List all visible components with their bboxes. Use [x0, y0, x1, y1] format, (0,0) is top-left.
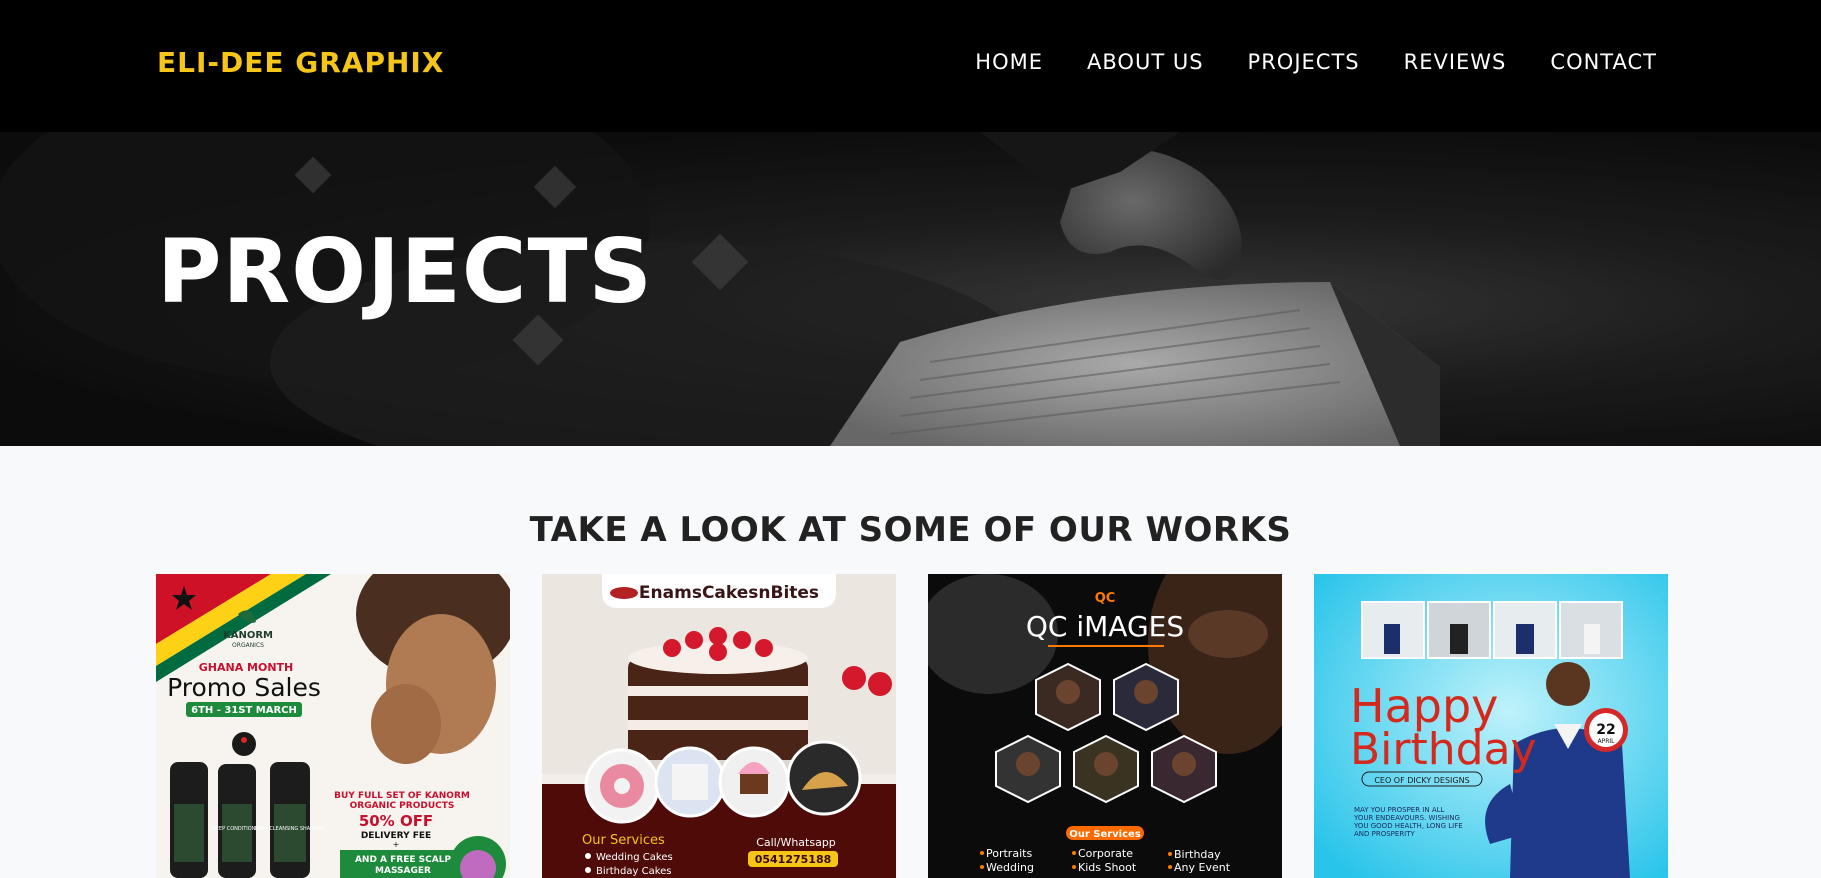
svg-text:ORGANICS: ORGANICS [232, 642, 264, 649]
svg-text:Promo Sales: Promo Sales [167, 673, 321, 702]
hero-banner: PROJECTS [0, 132, 1821, 446]
project-card-kanorm[interactable]: KANORM ORGANICS GHANA MONTH Promo Sales … [156, 574, 510, 878]
cake-logo-icon [610, 587, 638, 599]
svg-text:Wedding: Wedding [986, 861, 1034, 874]
svg-text:Call/Whatsapp: Call/Whatsapp [756, 836, 836, 849]
svg-text:50% OFF: 50% OFF [359, 812, 433, 830]
svg-text:QC: QC [1095, 591, 1116, 606]
svg-text:AND PROSPERITY: AND PROSPERITY [1354, 830, 1416, 838]
svg-text:MAY YOU PROSPER IN ALL: MAY YOU PROSPER IN ALL [1354, 806, 1445, 814]
svg-text:DEEP CLEANSING SHAMPOO: DEEP CLEANSING SHAMPOO [255, 826, 326, 832]
nav-reviews[interactable]: REVIEWS [1404, 50, 1507, 74]
project-card-enams-cakes[interactable]: EnamsCakesnBites Our Services Wedding Ca… [542, 574, 896, 878]
svg-text:Birthday: Birthday [1174, 848, 1221, 861]
nav-projects[interactable]: PROJECTS [1248, 50, 1360, 74]
svg-text:MASSAGER: MASSAGER [375, 866, 431, 876]
nav-home[interactable]: HOME [975, 50, 1043, 74]
nav-contact[interactable]: CONTACT [1550, 50, 1657, 74]
project-card-qc-images[interactable]: QC QC iMAGES Our Services Portraits Wedd… [928, 574, 1282, 878]
svg-text:Any Event: Any Event [1174, 861, 1231, 874]
svg-text:Birthday: Birthday [1350, 724, 1537, 775]
svg-text:Kids Shoot: Kids Shoot [1078, 861, 1137, 874]
svg-text:Corporate: Corporate [1078, 847, 1133, 860]
navbar: ELI-DEE GRAPHIX HOME ABOUT US PROJECTS R… [0, 0, 1821, 132]
svg-text:0541275188: 0541275188 [755, 853, 832, 866]
svg-text:BUY FULL SET OF KANORM: BUY FULL SET OF KANORM [334, 791, 470, 801]
svg-text:6TH - 31ST MARCH: 6TH - 31ST MARCH [191, 705, 297, 716]
svg-text:YOU GOOD HEALTH, LONG LIFE: YOU GOOD HEALTH, LONG LIFE [1353, 822, 1463, 830]
svg-text:EnamsCakesnBites: EnamsCakesnBites [639, 583, 819, 603]
svg-text:CEO OF DICKY DESIGNS: CEO OF DICKY DESIGNS [1374, 776, 1469, 785]
svg-text:Wedding Cakes: Wedding Cakes [596, 852, 673, 863]
brand-logo[interactable]: ELI-DEE GRAPHIX [157, 46, 444, 79]
works-heading: TAKE A LOOK AT SOME OF OUR WORKS [529, 510, 1292, 550]
svg-text:Our Services: Our Services [1069, 829, 1141, 840]
svg-text:AND A FREE SCALP: AND A FREE SCALP [355, 855, 451, 865]
nav-menu: HOME ABOUT US PROJECTS REVIEWS CONTACT [975, 50, 1657, 74]
nav-about-us[interactable]: ABOUT US [1087, 50, 1204, 74]
svg-text:Portraits: Portraits [986, 847, 1032, 860]
page-title: PROJECTS [157, 220, 653, 323]
svg-text:+: + [393, 840, 400, 849]
svg-text:22: 22 [1596, 722, 1615, 738]
svg-text:APRIL: APRIL [1597, 738, 1615, 745]
svg-text:QC iMAGES: QC iMAGES [1026, 610, 1184, 643]
svg-text:ORGANIC PRODUCTS: ORGANIC PRODUCTS [350, 801, 455, 811]
svg-text:YOUR ENDEAVOURS. WISHING: YOUR ENDEAVOURS. WISHING [1353, 814, 1460, 822]
svg-text:Our Services: Our Services [582, 833, 665, 848]
qc-logo-icon: QC [1095, 591, 1116, 606]
kanorm-logo: KANORM [223, 630, 273, 641]
svg-text:Birthday Cakes: Birthday Cakes [596, 866, 672, 877]
project-card-happy-birthday[interactable]: 22 APRIL Happy Birthday CEO OF DICKY DES… [1314, 574, 1668, 878]
